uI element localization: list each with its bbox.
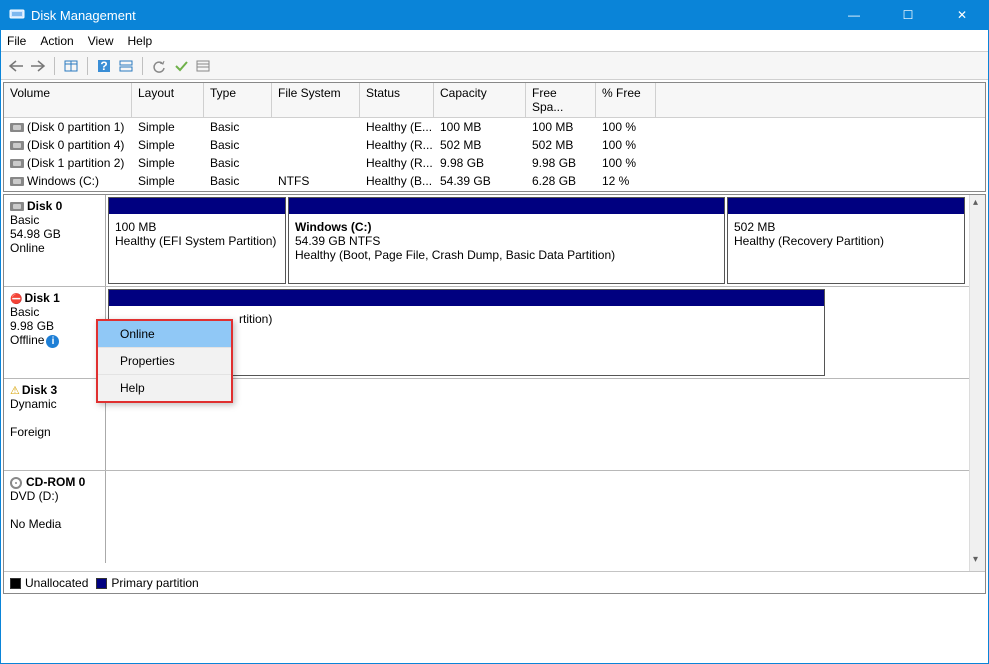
warning-icon bbox=[10, 383, 22, 397]
disk-map-panel: Disk 0 Basic 54.98 GB Online 100 MBHealt… bbox=[3, 194, 986, 594]
legend-unallocated: Unallocated bbox=[10, 576, 88, 590]
disk-info[interactable]: Disk 3 Dynamic Foreign bbox=[4, 379, 106, 470]
col-spacer bbox=[656, 83, 985, 117]
layout-icon[interactable] bbox=[117, 57, 135, 75]
partition-bar bbox=[109, 290, 824, 306]
volume-list: Volume Layout Type File System Status Ca… bbox=[3, 82, 986, 192]
partition-bar bbox=[728, 198, 964, 214]
offline-icon bbox=[10, 291, 24, 305]
disk-row-cdrom: CD-ROM 0 DVD (D:) No Media bbox=[4, 471, 985, 563]
menu-file[interactable]: File bbox=[7, 34, 26, 48]
col-free[interactable]: Free Spa... bbox=[526, 83, 596, 117]
disk-info[interactable]: CD-ROM 0 DVD (D:) No Media bbox=[4, 471, 106, 563]
svg-text:?: ? bbox=[100, 59, 107, 73]
back-icon[interactable] bbox=[7, 57, 25, 75]
menu-item-properties[interactable]: Properties bbox=[98, 348, 231, 375]
disk-row-0: Disk 0 Basic 54.98 GB Online 100 MBHealt… bbox=[4, 195, 985, 287]
menubar: File Action View Help bbox=[1, 30, 988, 52]
menu-item-help[interactable]: Help bbox=[98, 375, 231, 401]
partition-bar bbox=[109, 198, 285, 214]
titlebar: Disk Management — ☐ ✕ bbox=[1, 0, 988, 30]
volume-icon bbox=[10, 177, 24, 186]
disk-icon bbox=[10, 202, 24, 211]
context-menu: Online Properties Help bbox=[96, 319, 233, 403]
col-filesystem[interactable]: File System bbox=[272, 83, 360, 117]
volume-row[interactable]: Windows (C:) Simple Basic NTFS Healthy (… bbox=[4, 172, 985, 190]
disk-info[interactable]: Disk 1 Basic 9.98 GB Offlinei bbox=[4, 287, 106, 378]
disk-map bbox=[106, 471, 985, 563]
disk-row-1: Disk 1 Basic 9.98 GB Offlinei rtition) O… bbox=[4, 287, 985, 379]
partition-bar bbox=[289, 198, 724, 214]
volume-icon bbox=[10, 141, 24, 150]
col-volume[interactable]: Volume bbox=[4, 83, 132, 117]
app-icon bbox=[9, 6, 25, 25]
menu-help[interactable]: Help bbox=[128, 34, 153, 48]
grid-icon[interactable] bbox=[62, 57, 80, 75]
disk-map: rtition) bbox=[106, 287, 985, 378]
partition[interactable]: 100 MBHealthy (EFI System Partition) bbox=[108, 197, 286, 284]
menu-view[interactable]: View bbox=[88, 34, 114, 48]
maximize-button[interactable]: ☐ bbox=[890, 8, 926, 22]
partition[interactable]: 502 MBHealthy (Recovery Partition) bbox=[727, 197, 965, 284]
menu-item-online[interactable]: Online bbox=[98, 321, 231, 348]
window-title: Disk Management bbox=[31, 8, 836, 23]
volume-list-header: Volume Layout Type File System Status Ca… bbox=[4, 83, 985, 118]
col-pctfree[interactable]: % Free bbox=[596, 83, 656, 117]
legend: Unallocated Primary partition bbox=[4, 571, 985, 593]
legend-primary: Primary partition bbox=[96, 576, 198, 590]
refresh-icon[interactable] bbox=[150, 57, 168, 75]
cdrom-icon bbox=[10, 477, 22, 489]
menu-action[interactable]: Action bbox=[40, 34, 73, 48]
disk-map: 100 MBHealthy (EFI System Partition) Win… bbox=[106, 195, 985, 286]
help-icon[interactable]: ? bbox=[95, 57, 113, 75]
col-capacity[interactable]: Capacity bbox=[434, 83, 526, 117]
vertical-scrollbar[interactable] bbox=[969, 195, 985, 593]
minimize-button[interactable]: — bbox=[836, 8, 872, 22]
forward-icon[interactable] bbox=[29, 57, 47, 75]
volume-icon bbox=[10, 123, 24, 132]
disk-info[interactable]: Disk 0 Basic 54.98 GB Online bbox=[4, 195, 106, 286]
toolbar: ? bbox=[1, 52, 988, 80]
volume-row[interactable]: (Disk 1 partition 2) Simple Basic Health… bbox=[4, 154, 985, 172]
volume-row[interactable]: (Disk 0 partition 4) Simple Basic Health… bbox=[4, 136, 985, 154]
close-button[interactable]: ✕ bbox=[944, 8, 980, 22]
volume-icon bbox=[10, 159, 24, 168]
col-type[interactable]: Type bbox=[204, 83, 272, 117]
volume-row[interactable]: (Disk 0 partition 1) Simple Basic Health… bbox=[4, 118, 985, 136]
check-icon[interactable] bbox=[172, 57, 190, 75]
list-icon[interactable] bbox=[194, 57, 212, 75]
col-layout[interactable]: Layout bbox=[132, 83, 204, 117]
col-status[interactable]: Status bbox=[360, 83, 434, 117]
disk-map bbox=[106, 379, 985, 470]
info-icon[interactable]: i bbox=[46, 335, 59, 348]
partition[interactable]: Windows (C:)54.39 GB NTFSHealthy (Boot, … bbox=[288, 197, 725, 284]
